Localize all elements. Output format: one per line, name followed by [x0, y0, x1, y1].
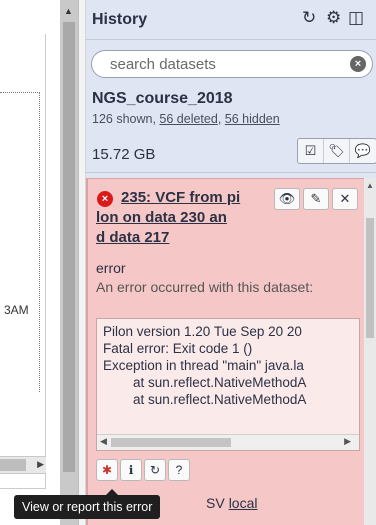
panel-divider[interactable]	[78, 0, 86, 525]
bug-icon[interactable]: ✱	[96, 459, 118, 481]
report-error-tooltip: View or report this error	[14, 489, 161, 519]
scrollbar-thumb[interactable]	[0, 459, 26, 471]
center-partial-label: 3AM	[4, 303, 29, 317]
deleted-link[interactable]: 56 deleted	[159, 112, 217, 126]
dataset-title-line: 235: VCF from pi	[121, 189, 241, 206]
tags-icon[interactable]: 🏷	[324, 139, 350, 163]
scrollbar-thumb[interactable]	[63, 22, 75, 472]
search-datasets-field: ×	[91, 50, 373, 78]
display-at: SV local	[206, 495, 257, 511]
history-action-buttons: ☑ 🏷 💬	[297, 138, 376, 164]
eye-icon[interactable]: 👁	[274, 188, 300, 210]
dataset-tool-buttons: ✱ ℹ ↻ ?	[96, 459, 190, 481]
dataset-peek[interactable]: Pilon version 1.20 Tue Sep 20 20 Fatal e…	[96, 318, 360, 451]
rerun-icon[interactable]: ↻	[144, 459, 166, 481]
history-name[interactable]: NGS_course_2018	[92, 90, 233, 108]
center-horizontal-scrollbar[interactable]: ▶	[0, 456, 46, 474]
history-vertical-scrollbar[interactable]: ▲	[364, 178, 376, 525]
scroll-up-icon[interactable]: ▲	[64, 6, 73, 16]
dataset-item-error: × xxx235: VCF from pi lon on data 230 an…	[86, 178, 364, 525]
peek-line: Pilon version 1.20 Tue Sep 20 20	[103, 324, 302, 339]
clear-search-icon[interactable]: ×	[350, 56, 366, 72]
delete-icon[interactable]: ✕	[332, 188, 358, 210]
dataset-error-message: An error occurred with this dataset:	[96, 279, 314, 295]
dataset-title-line: d data 217	[96, 229, 170, 246]
center-vertical-scrollbar[interactable]: ▲	[60, 0, 78, 525]
dataset-state: error	[96, 260, 126, 276]
scrollbar-thumb[interactable]	[111, 438, 231, 447]
scroll-up-icon[interactable]: ▲	[366, 181, 374, 190]
scroll-right-icon[interactable]: ▶	[37, 459, 44, 470]
history-panel: History ↻ ⚙ ◫ × NGS_course_2018 126 show…	[86, 0, 376, 525]
shown-count: 126 shown,	[92, 112, 160, 126]
peek-horizontal-scrollbar[interactable]: ◀ ▶	[97, 434, 359, 450]
counts-separator: ,	[217, 112, 225, 126]
center-panel: 3AM ▶	[0, 0, 60, 525]
display-prefix: SV	[206, 495, 225, 511]
peek-line: at sun.reflect.NativeMethodA	[103, 392, 307, 407]
help-icon[interactable]: ?	[168, 459, 190, 481]
peek-text: Pilon version 1.20 Tue Sep 20 20 Fatal e…	[97, 319, 359, 412]
pencil-icon[interactable]: ✎	[303, 188, 329, 210]
peek-line: at sun.reflect.NativeMethodA	[103, 375, 307, 390]
hidden-link[interactable]: 56 hidden	[225, 112, 280, 126]
annotation-icon[interactable]: 💬	[350, 139, 376, 163]
peek-line: Fatal error: Exit code 1 ()	[103, 341, 253, 356]
history-counts: 126 shown, 56 deleted, 56 hidden	[92, 112, 280, 126]
columns-icon[interactable]: ◫	[348, 8, 364, 28]
center-dotted-box	[0, 92, 40, 392]
refresh-icon[interactable]: ↻	[302, 8, 316, 28]
info-icon[interactable]: ℹ	[120, 459, 142, 481]
history-size: 15.72 GB	[92, 146, 156, 163]
dataset-title[interactable]: xxx235: VCF from pi lon on data 230 an d…	[96, 188, 276, 248]
peek-line: Exception in thread "main" java.la	[103, 358, 304, 373]
gear-icon[interactable]: ⚙	[326, 8, 341, 28]
select-items-icon[interactable]: ☑	[298, 139, 324, 163]
history-header: History ↻ ⚙ ◫	[86, 0, 376, 40]
search-input[interactable]	[108, 55, 333, 73]
scroll-right-icon[interactable]: ▶	[344, 436, 351, 447]
scrollbar-thumb[interactable]	[366, 218, 374, 338]
divider	[86, 172, 376, 173]
history-title: History	[92, 11, 148, 28]
scroll-left-icon[interactable]: ◀	[100, 436, 107, 447]
dataset-title-line: lon on data 230 an	[96, 209, 227, 226]
dataset-actions: 👁 ✎ ✕	[274, 188, 358, 210]
display-local-link[interactable]: local	[229, 495, 258, 511]
